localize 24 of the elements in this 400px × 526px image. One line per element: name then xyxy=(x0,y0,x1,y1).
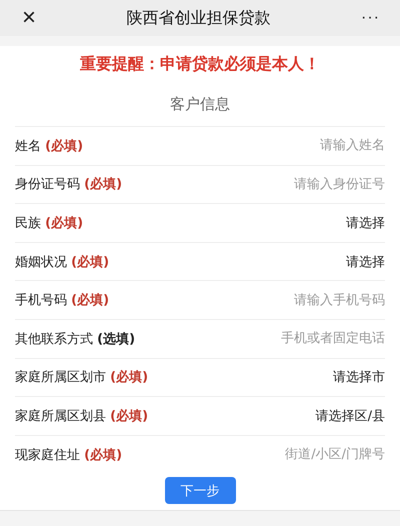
next-button[interactable]: 下一步 xyxy=(164,477,236,504)
input-field[interactable]: 手机或者固定电话 xyxy=(215,331,385,346)
input-field[interactable]: 请输入手机号码 xyxy=(215,292,385,308)
select-field[interactable]: 请选择区/县 xyxy=(316,406,385,425)
field-label: 民族 (必填) xyxy=(15,214,84,232)
page-title: 陕西省创业担保贷款 xyxy=(126,8,271,28)
input-field[interactable]: 街道/小区/门牌号 xyxy=(215,447,385,462)
section-title: 客户信息 xyxy=(169,94,231,115)
field-label: 家庭所属区划市 (必填) xyxy=(15,368,148,386)
field-label: 其他联系方式 (选填) xyxy=(15,330,136,348)
field-label: 姓名 (必填) xyxy=(15,138,84,155)
field-label: 家庭所属区划县 (必填) xyxy=(15,408,148,425)
field-label: 身份证号码 (必填) xyxy=(15,176,122,194)
input-field[interactable]: 请输入身份证号 xyxy=(215,176,385,192)
select-field[interactable]: 请选择市 xyxy=(333,368,385,386)
select-field[interactable]: 请选择 xyxy=(346,252,385,271)
field-label: 现家庭住址 (必填) xyxy=(15,446,122,464)
more-button[interactable]: ··· xyxy=(361,9,380,27)
close-button[interactable]: × xyxy=(22,6,36,30)
input-field[interactable]: 请输入姓名 xyxy=(215,138,385,154)
select-field[interactable]: 请选择 xyxy=(346,214,385,232)
notice-text: 重要提醒：申请贷款必须是本人！ xyxy=(79,53,321,75)
field-label: 婚姻状况 (必填) xyxy=(15,254,110,271)
field-label: 手机号码 (必填) xyxy=(15,292,110,310)
